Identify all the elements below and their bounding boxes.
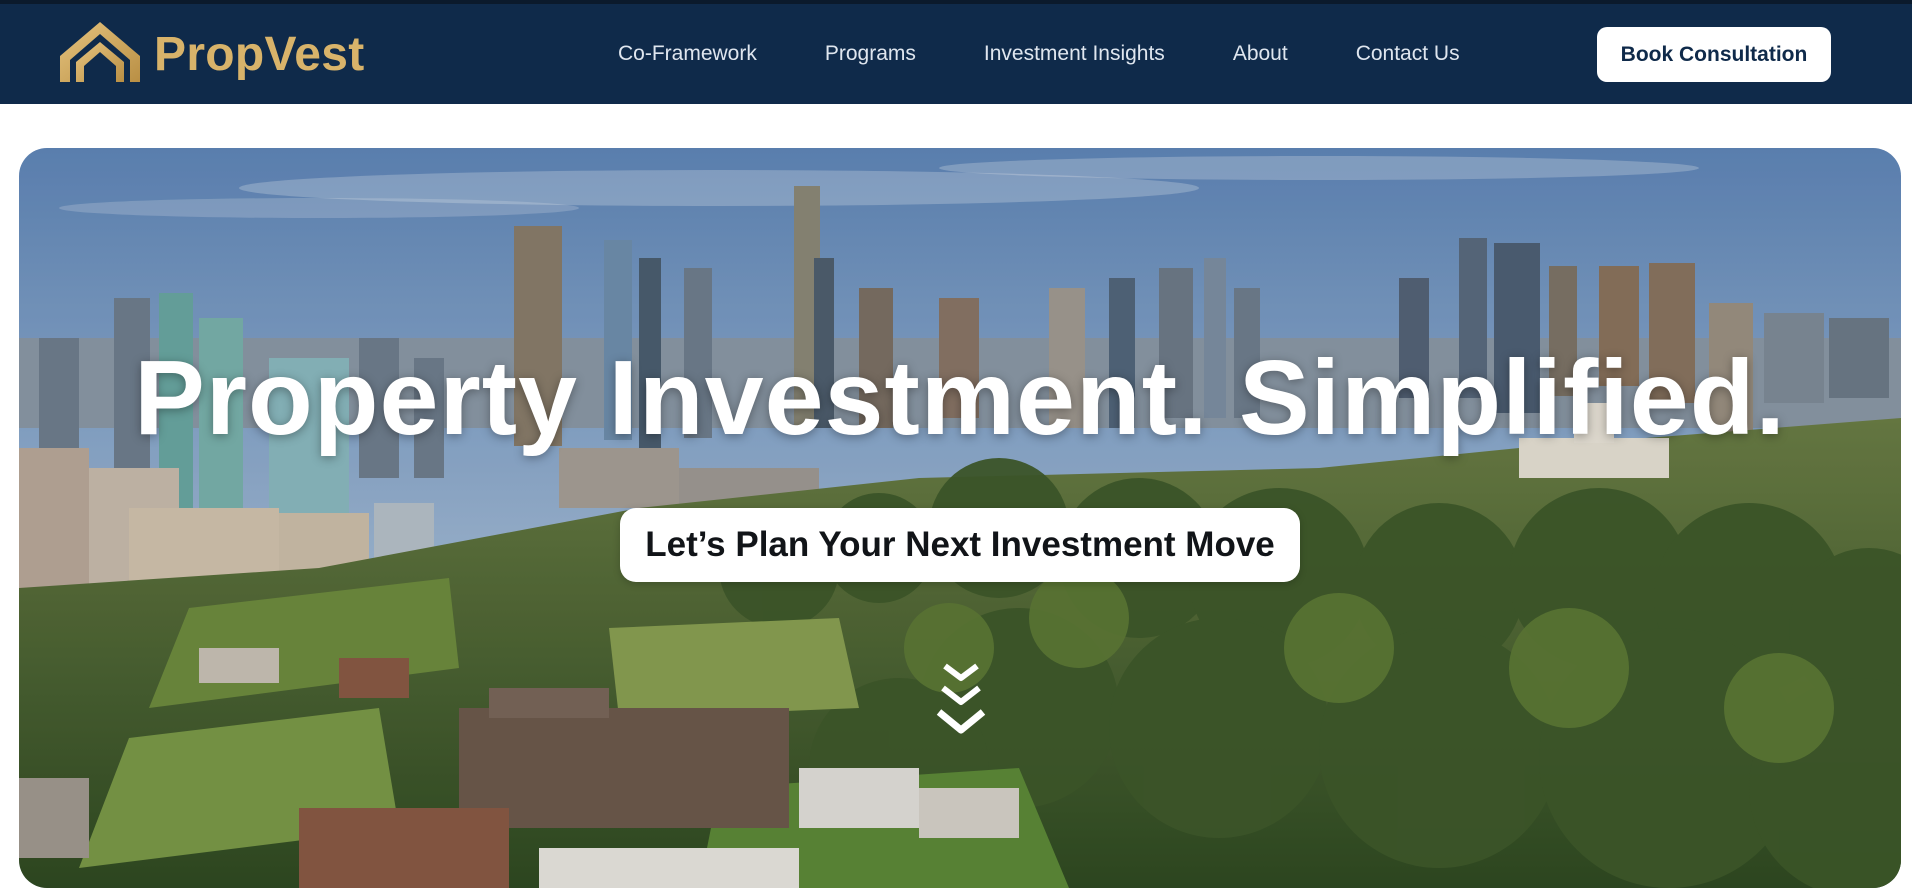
main-nav: Co-Framework Programs Investment Insight…: [618, 4, 1528, 104]
plan-investment-button[interactable]: Let’s Plan Your Next Investment Move: [620, 508, 1300, 582]
nav-co-framework[interactable]: Co-Framework: [618, 42, 757, 66]
book-consultation-button[interactable]: Book Consultation: [1597, 27, 1831, 82]
nav-about[interactable]: About: [1233, 42, 1288, 66]
nav-investment-insights[interactable]: Investment Insights: [984, 42, 1165, 66]
house-roof-icon: [58, 20, 142, 89]
top-navbar: PropVest Co-Framework Programs Investmen…: [0, 4, 1912, 104]
chevrons-down-icon[interactable]: [933, 658, 989, 740]
hero-title: Property Investment. Simplified.: [134, 339, 1786, 457]
nav-contact-us[interactable]: Contact Us: [1356, 42, 1460, 66]
nav-programs[interactable]: Programs: [825, 42, 916, 66]
hero-section: Property Investment. Simplified. Let’s P…: [19, 148, 1901, 888]
brand-name: PropVest: [154, 27, 365, 81]
brand-logo[interactable]: PropVest: [58, 20, 365, 89]
